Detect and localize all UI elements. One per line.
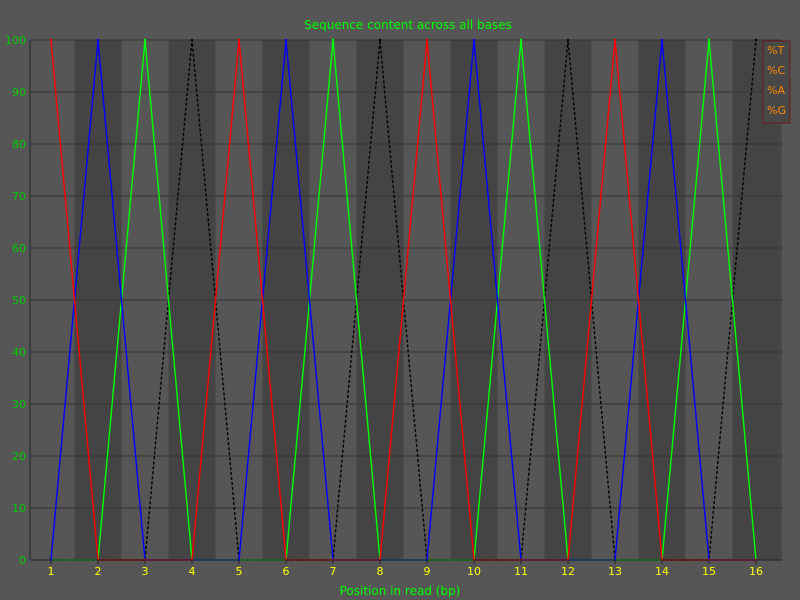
x-tick-label: 13 xyxy=(608,565,622,578)
x-tick-label: 16 xyxy=(749,565,763,578)
y-tick-label: 20 xyxy=(12,450,26,463)
y-tick-label: 70 xyxy=(12,190,26,203)
data-point xyxy=(519,38,523,42)
data-point xyxy=(96,38,100,42)
x-tick-label: 5 xyxy=(236,565,243,578)
x-tick-label: 8 xyxy=(377,565,384,578)
y-tick-label: 40 xyxy=(12,346,26,359)
data-point xyxy=(49,38,53,42)
data-point xyxy=(331,38,335,42)
legend-entry: %T xyxy=(767,44,784,57)
chart-title: Sequence content across all bases xyxy=(304,18,512,32)
data-point xyxy=(566,38,570,42)
data-point xyxy=(754,38,758,42)
legend-entry: %A xyxy=(767,84,785,97)
legend-entry: %G xyxy=(767,104,786,117)
legend-entry: %C xyxy=(767,64,785,77)
x-tick-label: 14 xyxy=(655,565,669,578)
x-tick-label: 4 xyxy=(189,565,196,578)
data-point xyxy=(613,38,617,42)
x-tick-label: 1 xyxy=(48,565,55,578)
data-point xyxy=(472,38,476,42)
y-tick-label: 60 xyxy=(12,242,26,255)
sequence-content-chart: 01020304050607080901001 2 3 4 5 6 7 8 9 10 11 12 13 1… xyxy=(0,0,800,600)
data-point xyxy=(190,38,194,42)
legend: %T %C %A %G xyxy=(762,40,791,124)
data-point xyxy=(237,38,241,42)
data-point xyxy=(378,38,382,42)
x-tick-label: 6 xyxy=(283,565,290,578)
y-tick-label: 0 xyxy=(19,554,26,567)
y-tick-label: 100 xyxy=(5,34,26,47)
x-tick-label: 3 xyxy=(142,565,149,578)
x-tick-label: 9 xyxy=(424,565,431,578)
y-tick-label: 50 xyxy=(12,294,26,307)
x-tick-label: 15 xyxy=(702,565,716,578)
y-tick-label: 30 xyxy=(12,398,26,411)
data-point xyxy=(284,38,288,42)
data-point xyxy=(425,38,429,42)
y-tick-label: 80 xyxy=(12,138,26,151)
x-tick-label: 10 xyxy=(467,565,481,578)
x-axis-label: Position in read (bp) xyxy=(340,584,461,598)
x-tick-label: 11 xyxy=(514,565,528,578)
data-point xyxy=(707,38,711,42)
x-tick-label: 12 xyxy=(561,565,575,578)
data-point xyxy=(143,38,147,42)
y-tick-label: 90 xyxy=(12,86,26,99)
y-tick-label: 10 xyxy=(12,502,26,515)
data-point xyxy=(660,38,664,42)
x-tick-label: 7 xyxy=(330,565,337,578)
x-tick-label: 2 xyxy=(95,565,102,578)
